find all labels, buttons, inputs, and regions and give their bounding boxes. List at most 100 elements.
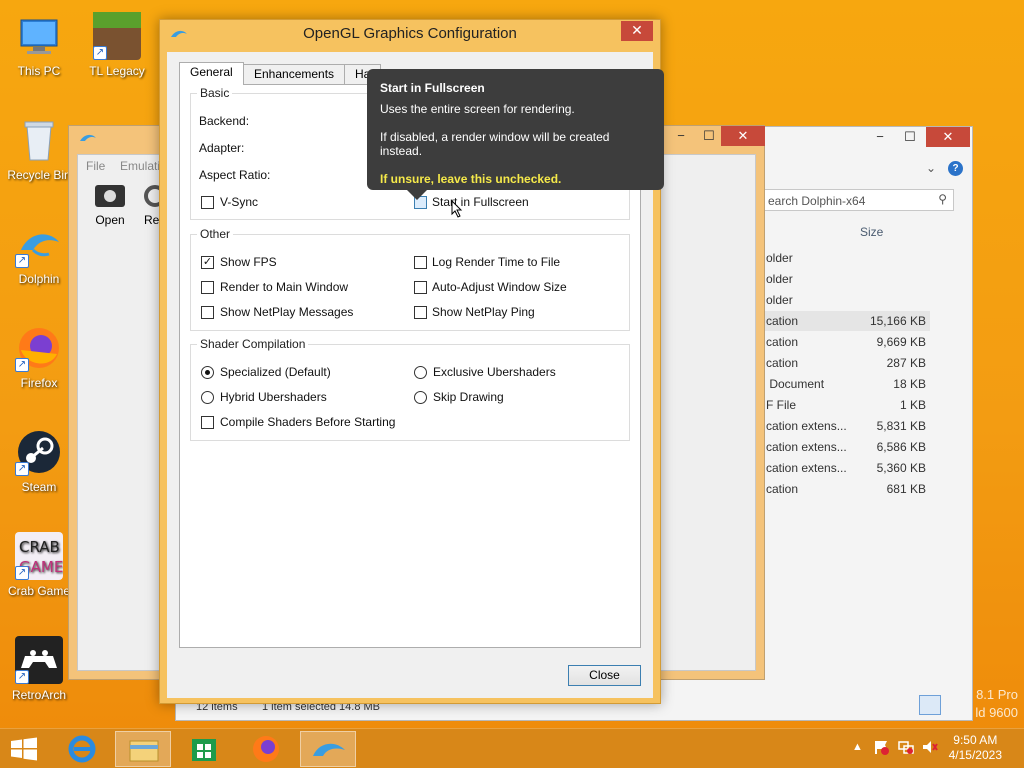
mouse-cursor-icon bbox=[451, 199, 463, 221]
netplay-ping-label[interactable]: Show NetPlay Ping bbox=[432, 305, 535, 319]
netplay-ping-checkbox[interactable] bbox=[414, 306, 427, 319]
exclusive-ubershaders-label[interactable]: Exclusive Ubershaders bbox=[433, 365, 556, 379]
file-row[interactable]: cation 681 KB bbox=[764, 479, 930, 499]
shortcut-arrow-icon: ↗ bbox=[93, 46, 107, 60]
tooltip-warning: If unsure, leave this unchecked. bbox=[380, 172, 562, 186]
log-render-time-checkbox[interactable] bbox=[414, 256, 427, 269]
desktop-icon-label: Dolphin bbox=[18, 272, 60, 286]
file-size: 15,166 KB bbox=[869, 314, 926, 328]
file-size: 287 KB bbox=[886, 356, 926, 370]
file-row[interactable]: Document 18 KB bbox=[764, 374, 930, 394]
compile-before-starting-checkbox[interactable] bbox=[201, 416, 214, 429]
size-column-header[interactable]: Size bbox=[860, 225, 883, 239]
toolbar-open-label: Open bbox=[95, 213, 125, 227]
network-icon[interactable] bbox=[898, 739, 914, 755]
exclusive-ubershaders-radio[interactable] bbox=[414, 366, 427, 379]
minecraft-block-icon: ↗ bbox=[93, 12, 141, 60]
specialized-radio[interactable] bbox=[201, 366, 214, 379]
details-view-icon[interactable] bbox=[919, 695, 941, 715]
hybrid-ubershaders-label[interactable]: Hybrid Ubershaders bbox=[220, 390, 327, 404]
dolphin-icon: ↗ bbox=[15, 220, 63, 268]
desktop-icon-recycle-bin[interactable]: Recycle Bin bbox=[6, 110, 72, 206]
start-button[interactable] bbox=[10, 737, 38, 761]
desktop-icon-retroarch[interactable]: ↗ RetroArch bbox=[6, 630, 72, 726]
desktop-icon-label: TL Legacy bbox=[89, 64, 145, 78]
netplay-messages-label[interactable]: Show NetPlay Messages bbox=[220, 305, 353, 319]
file-row[interactable]: cation extens... 5,360 KB bbox=[764, 458, 930, 478]
show-fps-label[interactable]: Show FPS bbox=[220, 255, 277, 269]
vsync-checkbox[interactable] bbox=[201, 196, 214, 209]
shortcut-arrow-icon: ↗ bbox=[15, 566, 29, 580]
menu-emulation[interactable]: Emulati bbox=[120, 159, 160, 173]
file-row[interactable]: F File 1 KB bbox=[764, 395, 930, 415]
file-row[interactable]: cation 9,669 KB bbox=[764, 332, 930, 352]
crab-game-logo-icon: CRAB GAME ↗ bbox=[15, 532, 63, 580]
specialized-label[interactable]: Specialized (Default) bbox=[220, 365, 331, 379]
volume-muted-icon[interactable] bbox=[922, 739, 938, 755]
taskbar-dolphin[interactable] bbox=[300, 731, 356, 767]
desktop-icon-firefox[interactable]: ↗ Firefox bbox=[6, 318, 72, 414]
taskbar-clock[interactable]: 9:50 AM 4/15/2023 bbox=[949, 733, 1002, 763]
vsync-label[interactable]: V-Sync bbox=[220, 195, 258, 209]
file-type: older bbox=[766, 251, 793, 265]
close-button[interactable]: ✕ bbox=[926, 127, 970, 147]
desktop-icon-label: Recycle Bin bbox=[7, 168, 71, 182]
file-type: F File bbox=[766, 398, 796, 412]
taskbar-store[interactable] bbox=[176, 731, 232, 767]
desktop-icon-dolphin[interactable]: ↗ Dolphin bbox=[6, 214, 72, 310]
help-icon[interactable]: ? bbox=[948, 161, 963, 176]
desktop-icon-label: Crab Game bbox=[7, 584, 71, 598]
close-button[interactable]: ✕ bbox=[721, 126, 765, 146]
desktop-icon-tl-legacy[interactable]: ↗ TL Legacy bbox=[84, 6, 150, 102]
file-row[interactable]: cation 15,166 KB bbox=[764, 311, 930, 331]
file-row[interactable]: cation 287 KB bbox=[764, 353, 930, 373]
tab-general[interactable]: General bbox=[179, 62, 244, 85]
show-hidden-icons-icon[interactable]: ▲ bbox=[852, 741, 863, 753]
fullscreen-label[interactable]: Start in Fullscreen bbox=[432, 195, 529, 209]
file-row[interactable]: older bbox=[764, 290, 930, 310]
desktop-icon-label: This PC bbox=[17, 64, 61, 78]
toolbar-open[interactable]: Open bbox=[88, 185, 132, 227]
windows-logo-icon bbox=[11, 737, 37, 761]
other-group-title: Other bbox=[197, 227, 234, 241]
auto-adjust-checkbox[interactable] bbox=[414, 281, 427, 294]
minimize-button[interactable]: − bbox=[667, 126, 695, 146]
log-render-time-label[interactable]: Log Render Time to File bbox=[432, 255, 560, 269]
compile-before-starting-label[interactable]: Compile Shaders Before Starting bbox=[220, 415, 395, 429]
auto-adjust-label[interactable]: Auto-Adjust Window Size bbox=[432, 280, 567, 294]
show-fps-checkbox[interactable]: ✓ bbox=[201, 256, 214, 269]
close-button[interactable]: Close bbox=[568, 665, 641, 686]
hybrid-ubershaders-radio[interactable] bbox=[201, 391, 214, 404]
shader-group-title: Shader Compilation bbox=[197, 337, 309, 351]
taskbar-file-explorer[interactable] bbox=[115, 731, 171, 767]
file-row[interactable]: older bbox=[764, 269, 930, 289]
search-box[interactable]: earch Dolphin-x64 ⚲ bbox=[764, 189, 954, 211]
desktop-icon-this-pc[interactable]: This PC bbox=[6, 6, 72, 102]
render-main-window-checkbox[interactable] bbox=[201, 281, 214, 294]
skip-drawing-label[interactable]: Skip Drawing bbox=[433, 390, 504, 404]
taskbar-firefox[interactable] bbox=[238, 731, 294, 767]
maximize-button[interactable]: ☐ bbox=[896, 127, 924, 147]
basic-group-title: Basic bbox=[197, 86, 233, 100]
maximize-button[interactable]: ☐ bbox=[695, 126, 723, 146]
shortcut-arrow-icon: ↗ bbox=[15, 358, 29, 372]
file-size: 1 KB bbox=[899, 398, 926, 412]
file-row[interactable]: older bbox=[764, 248, 930, 268]
file-type: cation extens... bbox=[766, 440, 847, 454]
render-main-window-label[interactable]: Render to Main Window bbox=[220, 280, 348, 294]
netplay-messages-checkbox[interactable] bbox=[201, 306, 214, 319]
minimize-button[interactable]: − bbox=[866, 127, 894, 147]
large-icons-view-icon[interactable] bbox=[944, 695, 966, 715]
action-center-icon[interactable] bbox=[874, 739, 890, 755]
desktop-icon-crab-game[interactable]: CRAB GAME ↗ Crab Game bbox=[6, 526, 72, 622]
menu-file[interactable]: File bbox=[86, 159, 105, 173]
skip-drawing-radio[interactable] bbox=[414, 391, 427, 404]
file-row[interactable]: cation extens... 5,831 KB bbox=[764, 416, 930, 436]
taskbar-ie[interactable] bbox=[54, 731, 110, 767]
file-row[interactable]: cation extens... 6,586 KB bbox=[764, 437, 930, 457]
dialog-close-x-button[interactable]: ✕ bbox=[621, 21, 653, 41]
expand-ribbon-icon[interactable]: ⌄ bbox=[926, 161, 936, 175]
shortcut-arrow-icon: ↗ bbox=[15, 670, 29, 684]
desktop-icon-steam[interactable]: ↗ Steam bbox=[6, 422, 72, 518]
tab-enhancements[interactable]: Enhancements bbox=[243, 64, 346, 84]
